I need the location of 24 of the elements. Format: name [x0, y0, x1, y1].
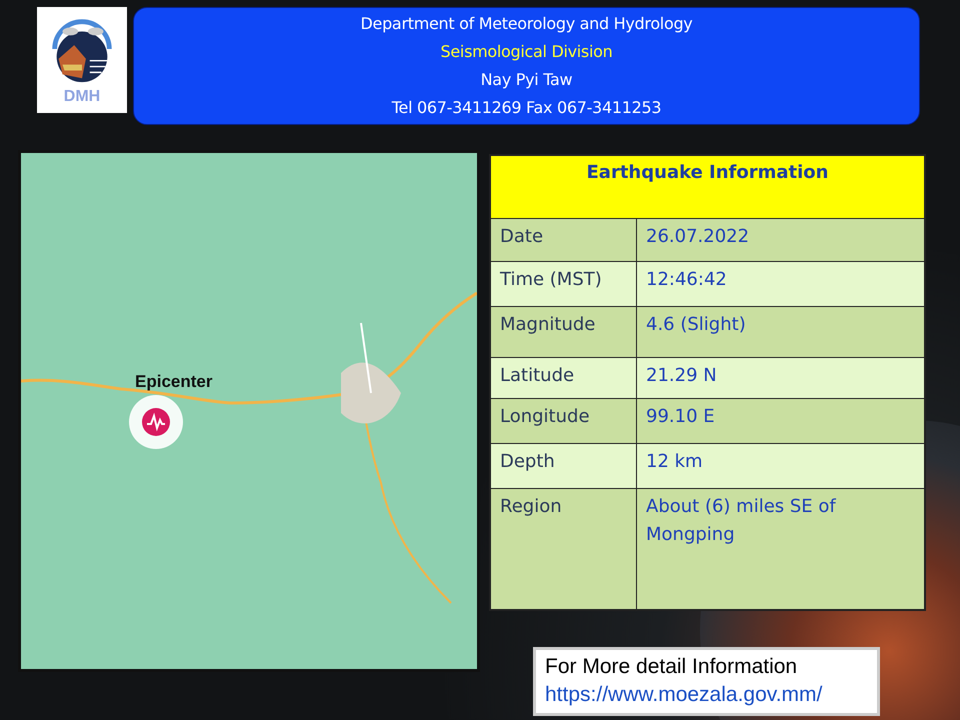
table-cell: 12:46:42 [637, 262, 924, 306]
info-text: For More detail Information [545, 654, 798, 680]
table-title: Earthquake Information [586, 162, 828, 185]
table-cell: Date [491, 219, 636, 261]
table-cell: Time (MST) [491, 262, 636, 306]
header-line: Nay Pyi Taw [480, 69, 572, 91]
table-cell: 12 km [637, 444, 924, 488]
epicenter-marker-icon [128, 394, 184, 450]
header-line: Department of Meteorology and Hydrology [360, 13, 692, 35]
table-cell: About (6) miles SE of Mongping [637, 489, 924, 609]
logo-text: DMH [64, 88, 100, 106]
table-cell: 21.29 N [637, 358, 924, 398]
header-line: Tel 067-3411269 Fax 067-3411253 [392, 97, 662, 119]
table-cell: 26.07.2022 [637, 219, 924, 261]
table-cell: Magnitude [491, 307, 636, 357]
epicenter-label: Epicenter [135, 372, 212, 392]
table-cell: Latitude [491, 358, 636, 398]
header-line: Seismological Division [440, 41, 612, 63]
table-cell: Region [491, 489, 636, 609]
table-cell: Longitude [491, 399, 636, 443]
table-cell: Depth [491, 444, 636, 488]
website-link[interactable]: https://www.moezala.gov.mm/ [545, 681, 868, 709]
table-cell: 4.6 (Slight) [637, 307, 924, 357]
table-cell: 99.10 E [637, 399, 924, 443]
